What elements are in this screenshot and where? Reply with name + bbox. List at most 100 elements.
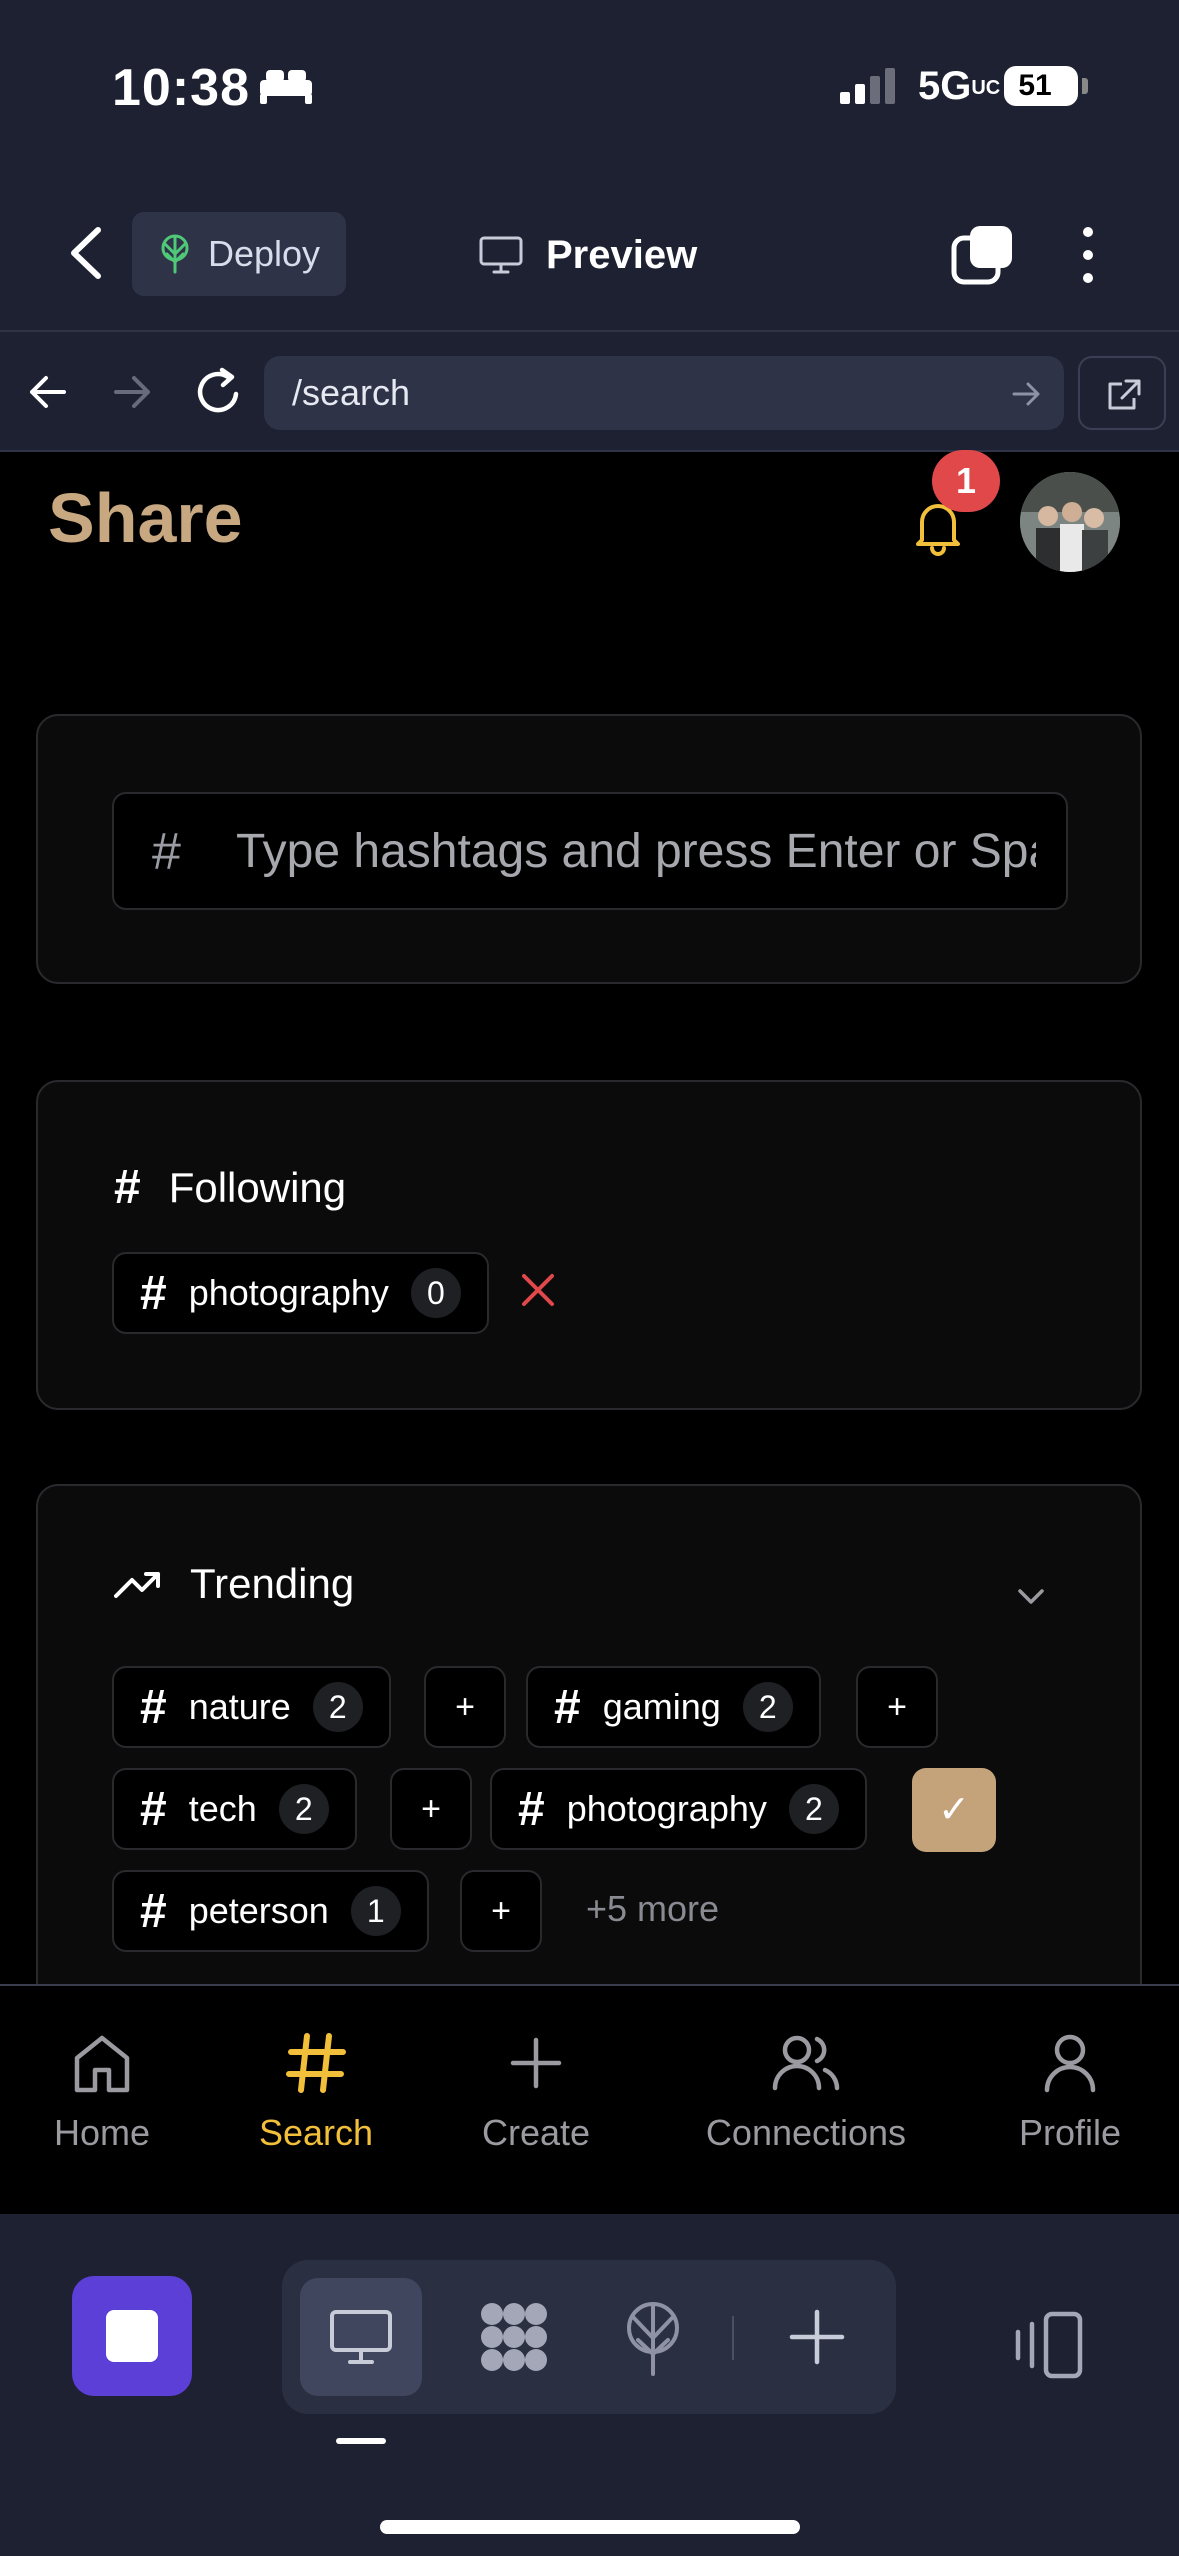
nav-home[interactable]: Home — [12, 2030, 192, 2154]
toolbar-separator — [732, 2316, 734, 2360]
hashtag-icon: # — [140, 1782, 167, 1836]
stop-button[interactable] — [72, 2276, 192, 2396]
follow-tag-button[interactable]: + — [390, 1768, 472, 1850]
plus-icon — [789, 2309, 845, 2365]
tag-name: peterson — [188, 1890, 329, 1931]
back-icon[interactable] — [58, 222, 112, 284]
tag-count: 2 — [788, 1784, 839, 1834]
home-icon — [74, 2035, 130, 2093]
preview-tab[interactable]: Preview — [478, 222, 697, 288]
trending-tag-chip[interactable]: # nature 2 — [112, 1666, 391, 1748]
hashtag-icon: # — [152, 823, 181, 881]
home-indicator — [380, 2520, 800, 2534]
deploy-tree-icon — [161, 234, 189, 274]
trending-tag-chip[interactable]: # tech 2 — [112, 1768, 357, 1850]
sleep-focus-icon — [260, 70, 312, 104]
following-check-button[interactable]: ✓ — [912, 1768, 996, 1852]
deploy-view-button[interactable] — [598, 2278, 708, 2396]
browser-back-icon[interactable] — [24, 368, 72, 416]
hashtag-icon: # — [140, 1884, 167, 1938]
following-card: # Following — [36, 1080, 1142, 1410]
hashtag-icon: # — [114, 1161, 141, 1214]
stop-square-icon — [106, 2310, 158, 2362]
nav-connections[interactable]: Connections — [696, 2030, 916, 2154]
nav-label: Create — [481, 2112, 591, 2153]
active-tab-indicator — [336, 2438, 386, 2444]
tabs-icon[interactable] — [950, 224, 1016, 286]
search-card: # — [36, 714, 1142, 984]
following-title: Following — [168, 1163, 347, 1211]
status-time: 10:38 — [112, 59, 250, 117]
hashtag-search-field[interactable]: # — [112, 792, 1068, 910]
following-header: # Following — [114, 1160, 346, 1215]
tag-name: photography — [188, 1272, 389, 1313]
more-menu-icon[interactable] — [1070, 224, 1106, 286]
battery-indicator: 51 — [1004, 66, 1088, 106]
deploy-label: Deploy — [208, 233, 321, 274]
following-tag-chip[interactable]: # photography 0 — [112, 1252, 489, 1334]
tag-count: 0 — [410, 1268, 461, 1318]
tag-count: 1 — [350, 1886, 401, 1936]
follow-tag-button[interactable]: + — [424, 1666, 506, 1748]
user-icon — [1044, 2034, 1096, 2093]
plus-icon — [510, 2037, 562, 2089]
toolbar-divider — [0, 450, 1179, 452]
monitor-icon — [330, 2310, 392, 2364]
notification-badge: 1 — [932, 450, 1000, 512]
monitor-icon — [479, 236, 523, 274]
unfollow-close-icon[interactable] — [518, 1270, 558, 1310]
apps-view-button[interactable] — [458, 2278, 568, 2396]
url-bar[interactable]: /search — [264, 356, 1064, 430]
nav-create[interactable]: Create — [446, 2030, 626, 2154]
follow-tag-button[interactable]: + — [460, 1870, 542, 1952]
external-link-icon — [1108, 379, 1141, 410]
reload-icon[interactable] — [192, 364, 246, 420]
avatar-photo — [1020, 472, 1120, 572]
trending-up-icon — [114, 1572, 160, 1598]
nav-search[interactable]: Search — [226, 2030, 406, 2154]
desktop-view-button[interactable] — [300, 2278, 422, 2396]
tag-name: nature — [188, 1686, 291, 1727]
apps-grid-icon — [481, 2303, 547, 2371]
nav-profile[interactable]: Profile — [980, 2030, 1160, 2154]
preview-label: Preview — [546, 232, 698, 277]
trending-card: Trending — [36, 1484, 1142, 2044]
deploy-tree-icon — [627, 2302, 679, 2376]
chevron-down-icon[interactable] — [1014, 1580, 1048, 1614]
users-icon — [772, 2035, 840, 2091]
url-text: /search — [292, 372, 411, 413]
hashtag-icon — [286, 2033, 346, 2093]
new-tab-button[interactable] — [762, 2278, 872, 2396]
follow-tag-button[interactable]: + — [856, 1666, 938, 1748]
network-type: 5GUC — [918, 64, 1001, 108]
bottom-nav: Home Search Create Connections Profile — [0, 1984, 1179, 2214]
sidebar-toggle-icon[interactable] — [1006, 2310, 1086, 2380]
browser-forward-icon[interactable] — [108, 368, 156, 416]
tag-name: gaming — [602, 1686, 721, 1727]
avatar[interactable] — [1020, 472, 1120, 572]
tag-count: 2 — [742, 1682, 793, 1732]
app-title: Share — [48, 479, 243, 557]
nav-label: Connections — [705, 2112, 907, 2153]
tag-name: photography — [566, 1788, 767, 1829]
trending-title: Trending — [190, 1560, 355, 1607]
tag-count: 2 — [312, 1682, 363, 1732]
hashtag-icon: # — [554, 1680, 581, 1734]
browser-bottom-toolbar — [0, 2214, 1179, 2556]
hashtag-input[interactable] — [236, 794, 1036, 908]
tag-name: tech — [188, 1788, 257, 1829]
trending-header[interactable]: Trending — [114, 1560, 354, 1608]
hashtag-icon: # — [140, 1680, 167, 1734]
nav-label: Search — [258, 2112, 374, 2153]
trending-tag-chip[interactable]: # peterson 1 — [112, 1870, 429, 1952]
trending-tag-chip[interactable]: # gaming 2 — [526, 1666, 821, 1748]
nav-label: Home — [53, 2112, 151, 2153]
go-arrow-icon[interactable] — [1010, 378, 1042, 410]
more-tags-link[interactable]: +5 more — [586, 1888, 719, 1930]
hashtag-icon: # — [140, 1266, 167, 1320]
deploy-button[interactable]: Deploy — [132, 212, 346, 296]
view-mode-group — [282, 2260, 896, 2414]
trending-tag-chip[interactable]: # photography 2 — [490, 1768, 867, 1850]
toolbar-divider — [0, 330, 1179, 332]
open-external-button[interactable] — [1078, 356, 1166, 430]
